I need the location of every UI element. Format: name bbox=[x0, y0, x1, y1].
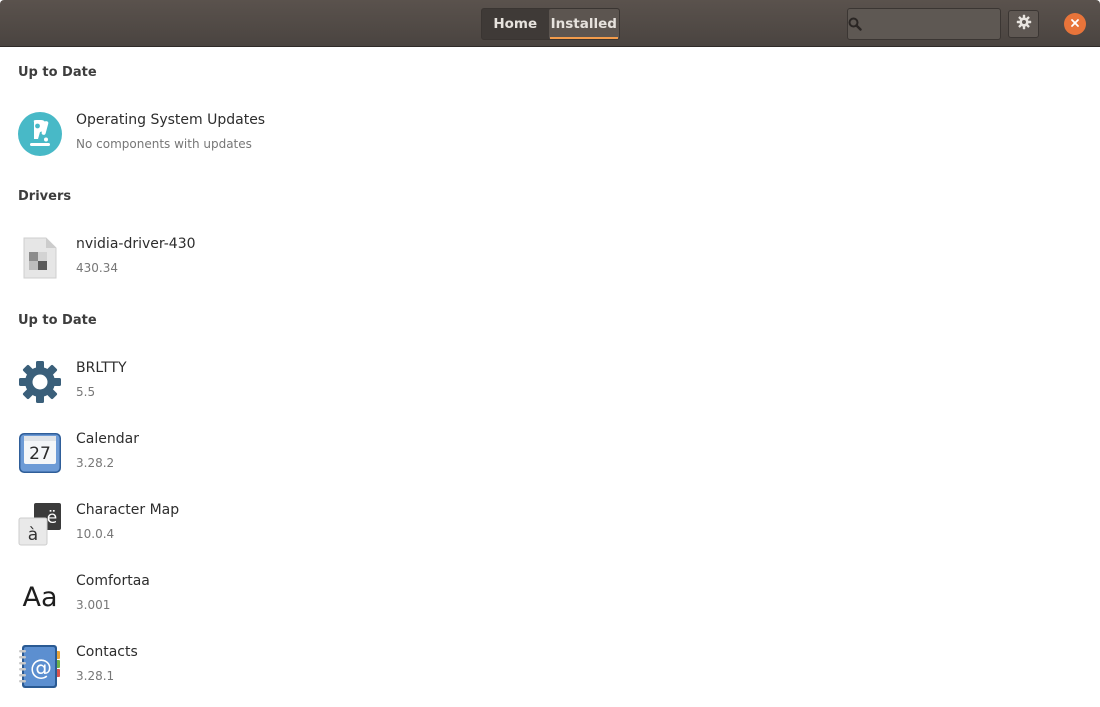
gear-icon bbox=[17, 359, 63, 405]
calendar-icon: 27 bbox=[17, 430, 63, 476]
item-name: Calendar bbox=[76, 431, 139, 447]
view-switcher: Home Installed bbox=[481, 8, 620, 40]
font-sample: Aa bbox=[22, 582, 57, 613]
glyph-light: à bbox=[28, 525, 38, 545]
software-window: Home Installed Up to Date Operating Syst… bbox=[0, 0, 1100, 707]
settings-button[interactable] bbox=[1008, 10, 1039, 38]
character-map-icon: ë à bbox=[17, 501, 63, 547]
search-icon bbox=[848, 9, 862, 39]
tab-home[interactable]: Home bbox=[482, 9, 549, 39]
section-title-up-to-date: Up to Date bbox=[18, 65, 97, 80]
item-subtitle: 3.001 bbox=[76, 598, 111, 612]
font-icon: Aa bbox=[17, 572, 63, 618]
section-title-up-to-date-apps: Up to Date bbox=[18, 313, 97, 328]
item-subtitle: 430.34 bbox=[76, 261, 118, 275]
gear-icon bbox=[1016, 14, 1032, 34]
item-subtitle: 3.28.1 bbox=[76, 669, 115, 683]
item-subtitle: No components with updates bbox=[76, 137, 252, 151]
close-icon bbox=[1070, 16, 1080, 32]
list-item-brltty[interactable]: BRLTTY 5.5 bbox=[0, 347, 1100, 417]
calendar-day: 27 bbox=[29, 444, 51, 464]
list-item-os-updates[interactable]: Operating System Updates No components w… bbox=[0, 99, 1100, 169]
list-item-character-map[interactable]: ë à Character Map 10.0.4 bbox=[0, 489, 1100, 559]
item-name: nvidia-driver-430 bbox=[76, 236, 196, 252]
item-name: Character Map bbox=[76, 502, 180, 518]
search-entry[interactable] bbox=[847, 8, 1032, 40]
list-item-comfortaa[interactable]: Aa Comfortaa 3.001 bbox=[0, 560, 1100, 630]
item-name: BRLTTY bbox=[76, 360, 127, 376]
section-title-drivers: Drivers bbox=[18, 189, 72, 204]
header-bar: Home Installed bbox=[0, 0, 1100, 47]
item-subtitle: 3.28.2 bbox=[76, 456, 115, 470]
tab-installed[interactable]: Installed bbox=[548, 9, 619, 39]
item-name: Comfortaa bbox=[76, 573, 150, 589]
item-subtitle: 5.5 bbox=[76, 385, 96, 399]
generic-package-icon bbox=[17, 235, 63, 281]
at-sign: @ bbox=[30, 656, 52, 681]
list-item-nvidia-driver[interactable]: nvidia-driver-430 430.34 bbox=[0, 223, 1100, 293]
item-name: Operating System Updates bbox=[76, 112, 266, 128]
installed-list: Up to Date Operating System Updates No c… bbox=[0, 47, 1100, 707]
list-item-calendar[interactable]: 27 Calendar 3.28.2 bbox=[0, 418, 1100, 488]
search-input[interactable] bbox=[862, 10, 1032, 38]
list-item-contacts[interactable]: @ Contacts 3.28.1 bbox=[0, 631, 1100, 701]
address-book-icon: @ bbox=[17, 643, 63, 689]
pop-os-logo-icon bbox=[17, 111, 63, 157]
item-name: Contacts bbox=[76, 644, 138, 660]
item-subtitle: 10.0.4 bbox=[76, 527, 115, 541]
close-button[interactable] bbox=[1064, 13, 1086, 35]
glyph-dark: ë bbox=[47, 508, 57, 528]
